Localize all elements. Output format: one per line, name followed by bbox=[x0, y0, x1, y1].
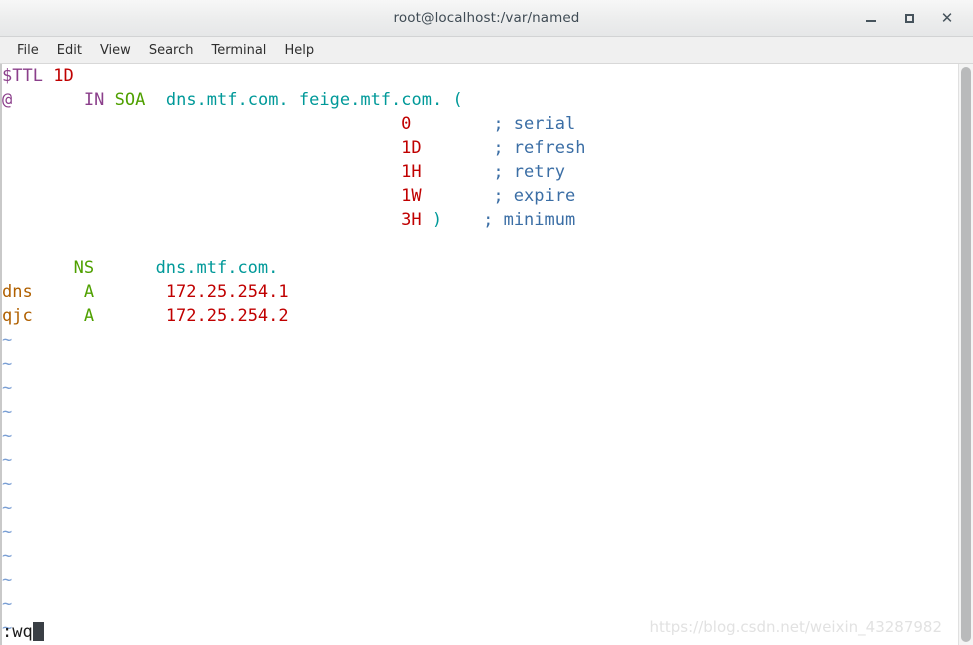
ttl-directive: $TTL bbox=[2, 66, 43, 86]
menu-item-edit[interactable]: Edit bbox=[48, 43, 91, 58]
maximize-button[interactable] bbox=[901, 10, 917, 26]
a-record-address-dns: 172.25.254.1 bbox=[165, 282, 289, 302]
terminal-window: root@localhost:/var/named ✕ File Edit Vi… bbox=[0, 0, 973, 645]
minimize-icon bbox=[866, 20, 876, 22]
maximize-icon bbox=[904, 13, 914, 23]
empty-line-marker: ~ bbox=[2, 570, 13, 590]
empty-line-markers: ~ ~ ~ ~ ~ ~ ~ ~ ~ ~ ~ ~ ~ bbox=[2, 328, 958, 640]
soa-primary-ns: dns.mtf.com. bbox=[165, 90, 289, 110]
empty-line-marker: ~ bbox=[2, 498, 13, 518]
minimize-button[interactable] bbox=[863, 10, 879, 26]
menu-bar: File Edit View Search Terminal Help bbox=[0, 37, 973, 64]
soa-minimum-value: 3H bbox=[401, 210, 422, 230]
soa-refresh-comment: ; refresh bbox=[493, 138, 586, 158]
zone-line-blank bbox=[2, 232, 958, 256]
empty-line-marker: ~ bbox=[2, 402, 13, 422]
zone-line-a-dns: dns A 172.25.254.1 bbox=[2, 280, 958, 304]
vim-command-text: :wq bbox=[2, 622, 33, 642]
zone-line-minimum: 3H ) ; minimum bbox=[2, 208, 958, 232]
empty-line-marker: ~ bbox=[2, 450, 13, 470]
soa-close-paren: ) bbox=[431, 210, 443, 230]
a-record-type-qjc: A bbox=[83, 306, 95, 326]
vim-command-line[interactable]: :wq bbox=[2, 619, 44, 645]
zone-line-refresh: 1D ; refresh bbox=[2, 136, 958, 160]
close-icon: ✕ bbox=[940, 8, 954, 27]
soa-rname: feige.mtf.com. bbox=[298, 90, 443, 110]
zone-line-retry: 1H ; retry bbox=[2, 160, 958, 184]
zone-line-a-qjc: qjc A 172.25.254.2 bbox=[2, 304, 958, 328]
ttl-value: 1D bbox=[53, 66, 74, 86]
close-button[interactable]: ✕ bbox=[939, 10, 955, 26]
menu-item-view[interactable]: View bbox=[91, 43, 140, 58]
ns-type: NS bbox=[73, 258, 95, 278]
menu-item-search[interactable]: Search bbox=[140, 43, 203, 58]
zone-line-expire: 1W ; expire bbox=[2, 184, 958, 208]
empty-line-marker: ~ bbox=[2, 426, 13, 446]
vertical-scrollbar[interactable] bbox=[958, 64, 973, 645]
empty-line-marker: ~ bbox=[2, 522, 13, 542]
soa-minimum-comment: ; minimum bbox=[483, 210, 576, 230]
empty-line-marker: ~ bbox=[2, 354, 13, 374]
a-record-owner-qjc: qjc bbox=[2, 306, 33, 326]
soa-expire-comment: ; expire bbox=[493, 186, 576, 206]
window-title: root@localhost:/var/named bbox=[393, 10, 580, 26]
zone-line-ttl: $TTL 1D bbox=[2, 64, 958, 88]
soa-serial-value: 0 bbox=[401, 114, 412, 134]
soa-retry-comment: ; retry bbox=[493, 162, 565, 182]
soa-open-paren: ( bbox=[452, 90, 463, 110]
text-cursor bbox=[32, 622, 44, 641]
empty-line-marker: ~ bbox=[2, 330, 13, 350]
zone-line-serial: 0 ; serial bbox=[2, 112, 958, 136]
terminal-body: $TTL 1D @ IN SOA dns.mtf.com. feige.mtf.… bbox=[0, 64, 973, 645]
title-bar: root@localhost:/var/named ✕ bbox=[0, 0, 973, 37]
empty-line-marker: ~ bbox=[2, 546, 13, 566]
vim-editor[interactable]: $TTL 1D @ IN SOA dns.mtf.com. feige.mtf.… bbox=[2, 64, 958, 645]
zone-line-ns: NS dns.mtf.com. bbox=[2, 256, 958, 280]
menu-item-terminal[interactable]: Terminal bbox=[202, 43, 275, 58]
a-record-type-dns: A bbox=[83, 282, 95, 302]
a-record-address-qjc: 172.25.254.2 bbox=[165, 306, 289, 326]
soa-owner: @ bbox=[2, 90, 13, 110]
soa-retry-value: 1H bbox=[401, 162, 422, 182]
menu-item-file[interactable]: File bbox=[8, 43, 48, 58]
soa-expire-value: 1W bbox=[401, 186, 422, 206]
scrollbar-thumb[interactable] bbox=[961, 67, 971, 642]
ns-target: dns.mtf.com. bbox=[155, 258, 279, 278]
a-record-owner-dns: dns bbox=[2, 282, 33, 302]
soa-refresh-value: 1D bbox=[401, 138, 422, 158]
empty-line-marker: ~ bbox=[2, 378, 13, 398]
menu-item-help[interactable]: Help bbox=[275, 43, 323, 58]
window-controls: ✕ bbox=[863, 0, 967, 36]
zone-line-soa: @ IN SOA dns.mtf.com. feige.mtf.com. ( bbox=[2, 88, 958, 112]
empty-line-marker: ~ bbox=[2, 594, 13, 614]
soa-class: IN bbox=[83, 90, 105, 110]
watermark: https://blog.csdn.net/weixin_43287982 bbox=[649, 618, 942, 636]
soa-type: SOA bbox=[114, 90, 146, 110]
empty-line-marker: ~ bbox=[2, 474, 13, 494]
soa-serial-comment: ; serial bbox=[493, 114, 576, 134]
